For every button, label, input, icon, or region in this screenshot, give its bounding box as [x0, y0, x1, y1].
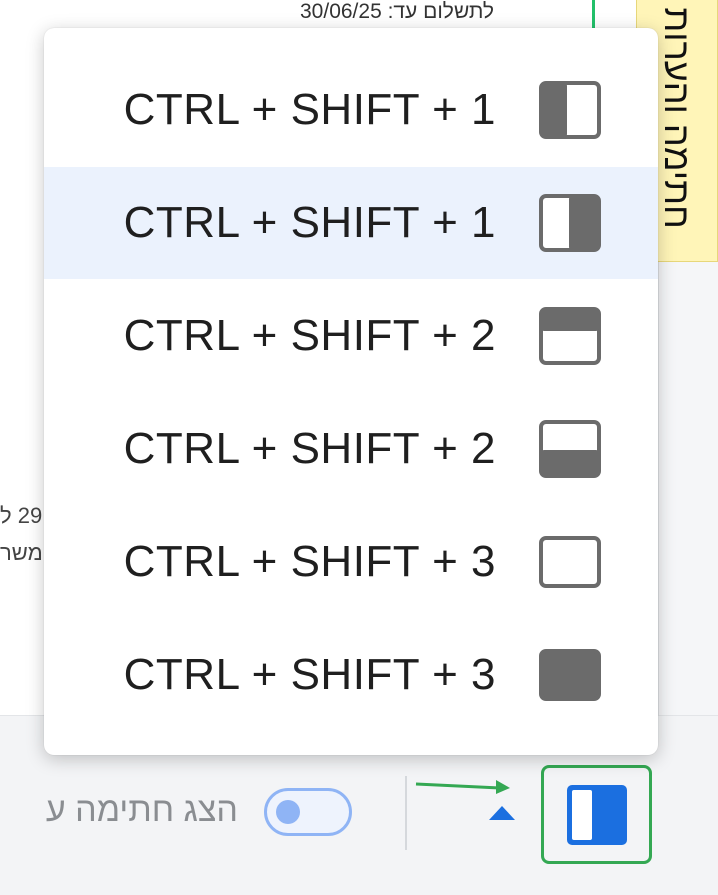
signature-notes-tab-label: חתימה והערות	[657, 7, 698, 229]
green-marker	[592, 0, 595, 30]
shortcut-label: CTRL + SHIFT + 1	[123, 85, 496, 134]
menu-item-layout-full[interactable]: CTRL + SHIFT + 3	[44, 619, 658, 731]
layout-menu: CTRL + SHIFT + 1 CTRL + SHIFT + 1 CTRL +…	[44, 28, 658, 755]
show-signature-toggle[interactable]	[264, 788, 352, 836]
layout-right-filled-icon	[539, 194, 601, 252]
menu-item-layout-right[interactable]: CTRL + SHIFT + 1	[44, 167, 658, 279]
shortcut-label: CTRL + SHIFT + 2	[123, 424, 496, 473]
shortcut-label: CTRL + SHIFT + 2	[123, 311, 496, 360]
menu-item-layout-bottom[interactable]: CTRL + SHIFT + 2	[44, 393, 658, 505]
menu-item-layout-empty[interactable]: CTRL + SHIFT + 3	[44, 506, 658, 618]
layout-right-filled-icon	[567, 785, 627, 845]
layout-button[interactable]	[541, 765, 652, 864]
background-text-fragment: משר	[0, 540, 43, 565]
shortcut-label: CTRL + SHIFT + 1	[123, 198, 496, 247]
pointer-arrow-icon	[415, 780, 510, 794]
shortcut-label: CTRL + SHIFT + 3	[123, 650, 496, 699]
show-signature-label: הצג חתימה ע	[45, 791, 238, 829]
menu-item-layout-left[interactable]: CTRL + SHIFT + 1	[44, 54, 658, 166]
menu-item-layout-top[interactable]: CTRL + SHIFT + 2	[44, 280, 658, 392]
caret-up-icon[interactable]	[489, 806, 515, 820]
layout-left-filled-icon	[539, 81, 601, 139]
toolbar-divider	[405, 776, 407, 850]
layout-full-icon	[539, 649, 601, 701]
toggle-knob	[276, 800, 300, 824]
payment-due-text: לתשלום עד: 30/06/25	[300, 0, 495, 23]
layout-empty-icon	[539, 536, 601, 588]
shortcut-label: CTRL + SHIFT + 3	[123, 537, 496, 586]
background-text-fragment: 29 ל	[0, 503, 43, 528]
layout-bottom-filled-icon	[539, 420, 601, 478]
layout-top-filled-icon	[539, 307, 601, 365]
